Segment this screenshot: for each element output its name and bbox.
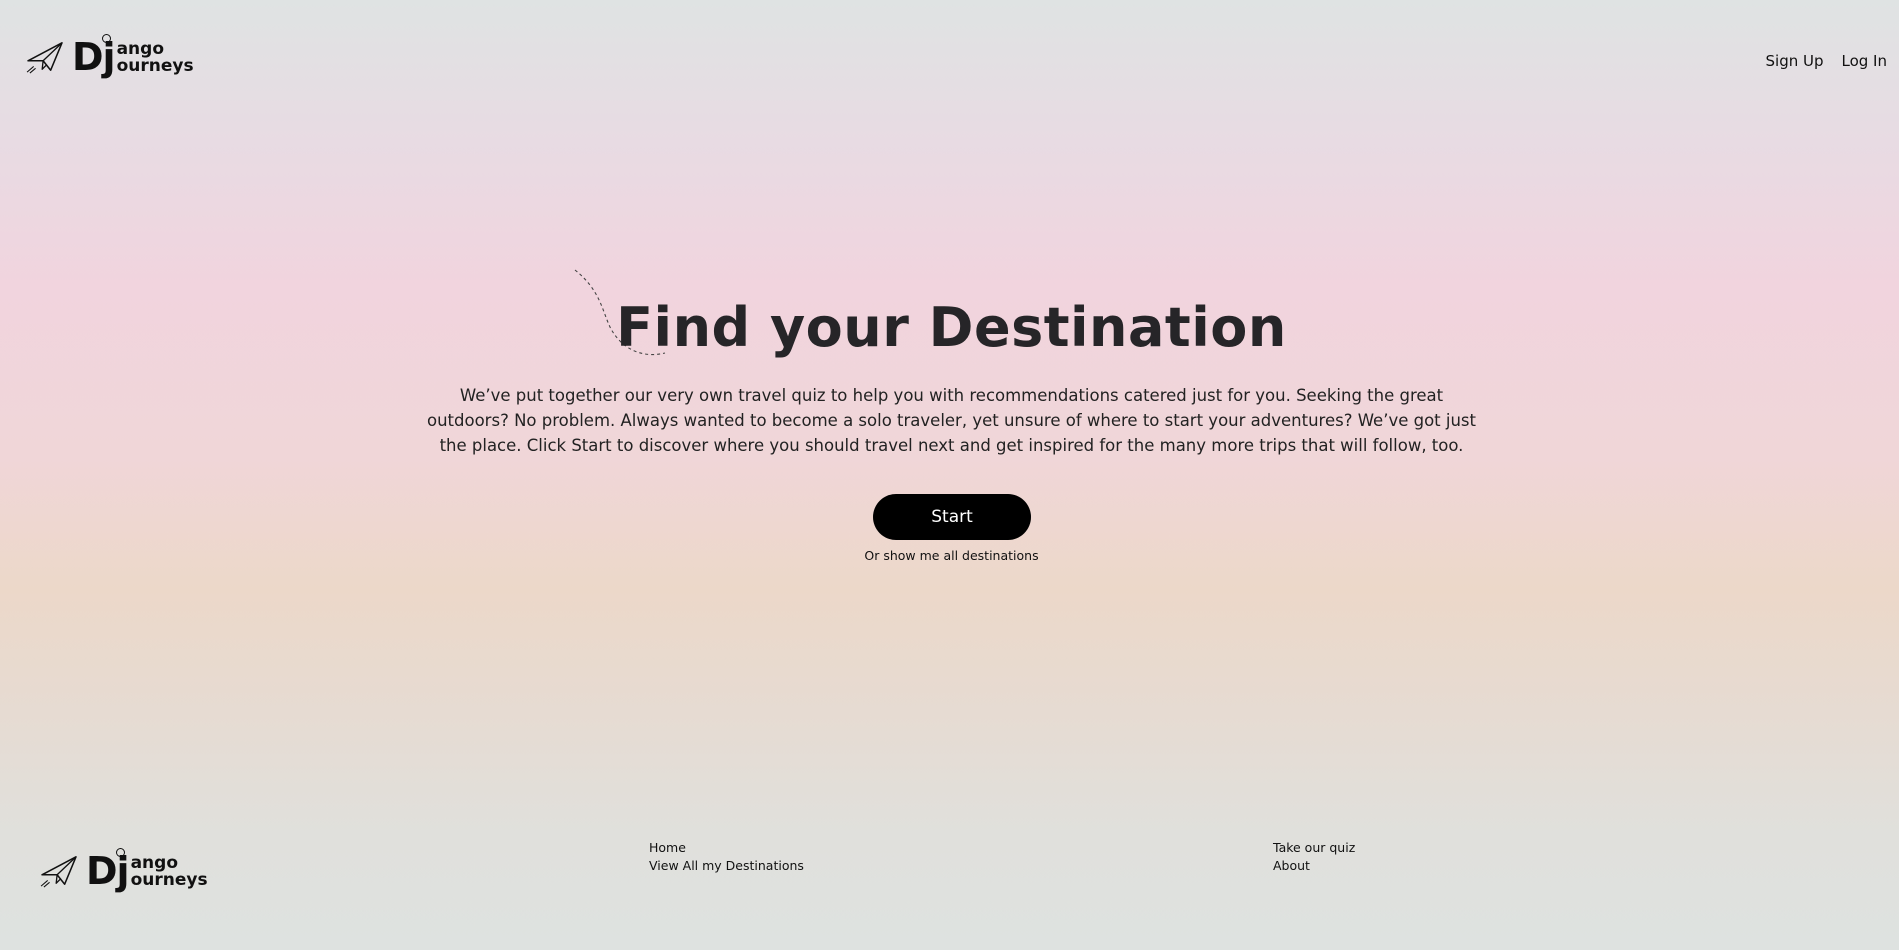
paper-plane-icon (26, 42, 63, 74)
show-all-destinations-link[interactable]: Or show me all destinations (0, 548, 1899, 563)
paper-plane-icon (40, 856, 77, 888)
footer-links-primary: Home View All my Destinations (649, 840, 804, 873)
top-nav: Sign Up Log In (1766, 52, 1888, 70)
footer-link-view-destinations[interactable]: View All my Destinations (649, 858, 804, 873)
header-logo[interactable]: Dj ango ourneys (26, 34, 194, 79)
logo-line-2: ourneys (130, 870, 208, 890)
globe-icon (116, 848, 125, 857)
login-link[interactable]: Log In (1842, 52, 1888, 70)
globe-icon (102, 34, 111, 43)
logo-line-2: ourneys (116, 56, 194, 76)
logo-wordmark: Dj ango ourneys (86, 848, 208, 893)
footer-link-home[interactable]: Home (649, 840, 804, 855)
signup-link[interactable]: Sign Up (1766, 52, 1824, 70)
logo-wordmark: Dj ango ourneys (72, 34, 194, 79)
logo-dj: Dj (72, 35, 116, 79)
hero-description: We’ve put together our very own travel q… (427, 386, 1476, 455)
footer-link-quiz[interactable]: Take our quiz (1273, 840, 1355, 855)
footer-logo[interactable]: Dj ango ourneys (40, 848, 208, 893)
hero-title: Find your Destination (616, 296, 1287, 359)
start-button[interactable]: Start (873, 494, 1031, 540)
footer-link-about[interactable]: About (1273, 858, 1355, 873)
logo-dj: Dj (86, 849, 130, 893)
footer-links-secondary: Take our quiz About (1273, 840, 1355, 873)
